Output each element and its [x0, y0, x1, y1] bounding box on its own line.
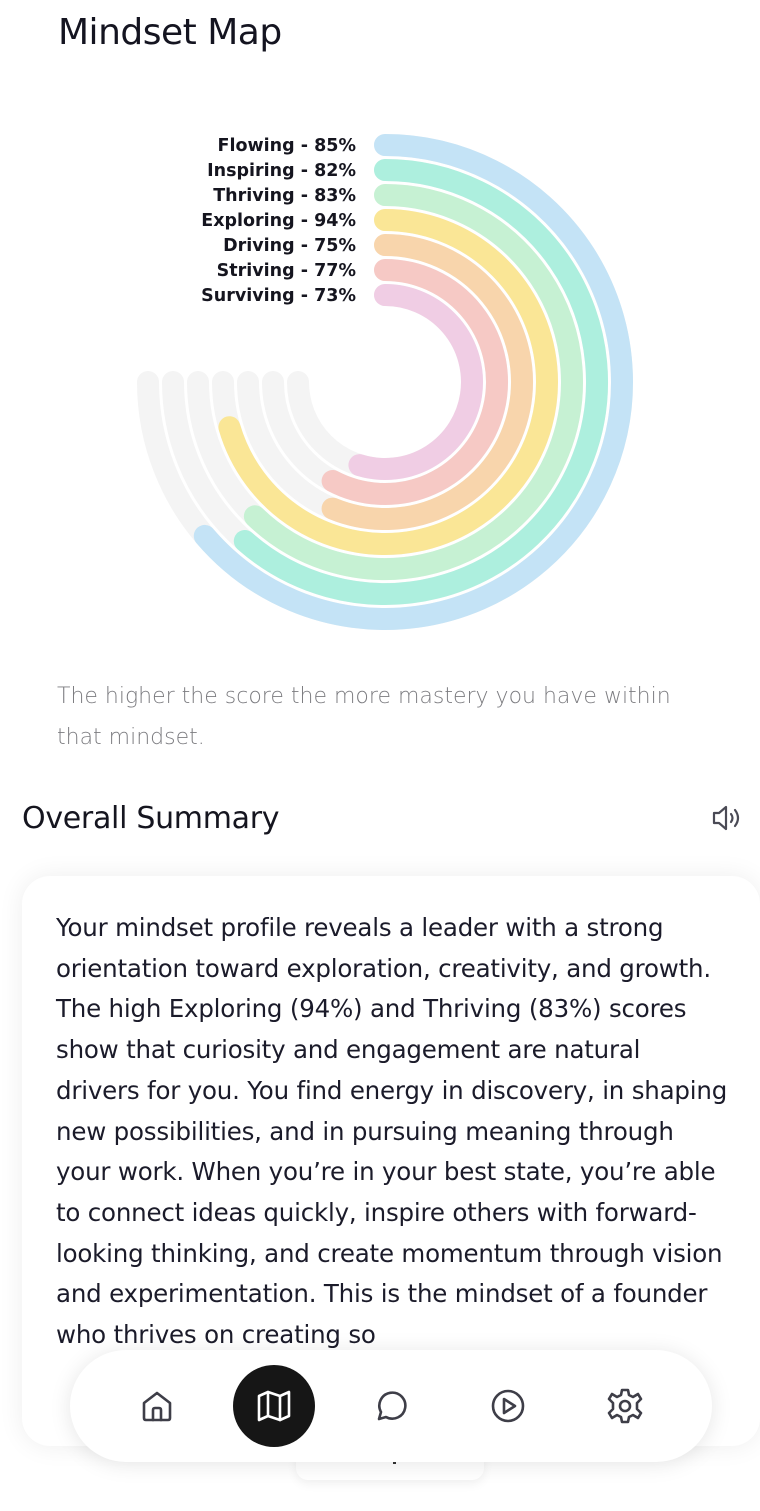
- map-icon: [257, 1390, 291, 1422]
- mindset-radial-chart: Flowing - 85% Inspiring - 82% Thriving - 8…: [0, 110, 760, 650]
- summary-title: Overall Summary: [22, 800, 280, 836]
- label-driving: Driving - 75%: [223, 236, 356, 256]
- nav-chat[interactable]: [350, 1365, 432, 1447]
- page-title: Mindset Map: [58, 12, 282, 53]
- nav-play[interactable]: [467, 1365, 549, 1447]
- mindset-chart-svg: Flowing - 85% Inspiring - 82% Thriving - 8…: [137, 134, 633, 630]
- chat-bubble-icon: [377, 1391, 407, 1421]
- nav-map[interactable]: [232, 1365, 315, 1447]
- gear-icon: [608, 1388, 643, 1424]
- speaker-icon: [712, 805, 740, 831]
- play-icon: [491, 1389, 525, 1423]
- label-striving: Striving - 77%: [217, 261, 356, 281]
- label-surviving: Surviving - 73%: [201, 286, 356, 306]
- summary-text: Your mindset profile reveals a leader wi…: [56, 913, 728, 1350]
- chart-caption: The higher the score the more mastery yo…: [57, 684, 671, 750]
- bottom-nav: [70, 1350, 712, 1462]
- label-inspiring: Inspiring - 82%: [207, 161, 356, 181]
- bar-surviving: [348, 284, 483, 480]
- label-thriving: Thriving - 83%: [213, 186, 356, 206]
- home-icon: [142, 1391, 171, 1422]
- nav-settings[interactable]: [584, 1365, 666, 1447]
- nav-home[interactable]: [116, 1365, 198, 1447]
- label-flowing: Flowing - 85%: [218, 136, 356, 156]
- summary-header: Overall Summary: [22, 796, 746, 840]
- chart-labels: Flowing - 85% Inspiring - 82% Thriving - 8…: [201, 136, 356, 306]
- speaker-button[interactable]: [710, 800, 746, 836]
- label-exploring: Exploring - 94%: [201, 211, 356, 231]
